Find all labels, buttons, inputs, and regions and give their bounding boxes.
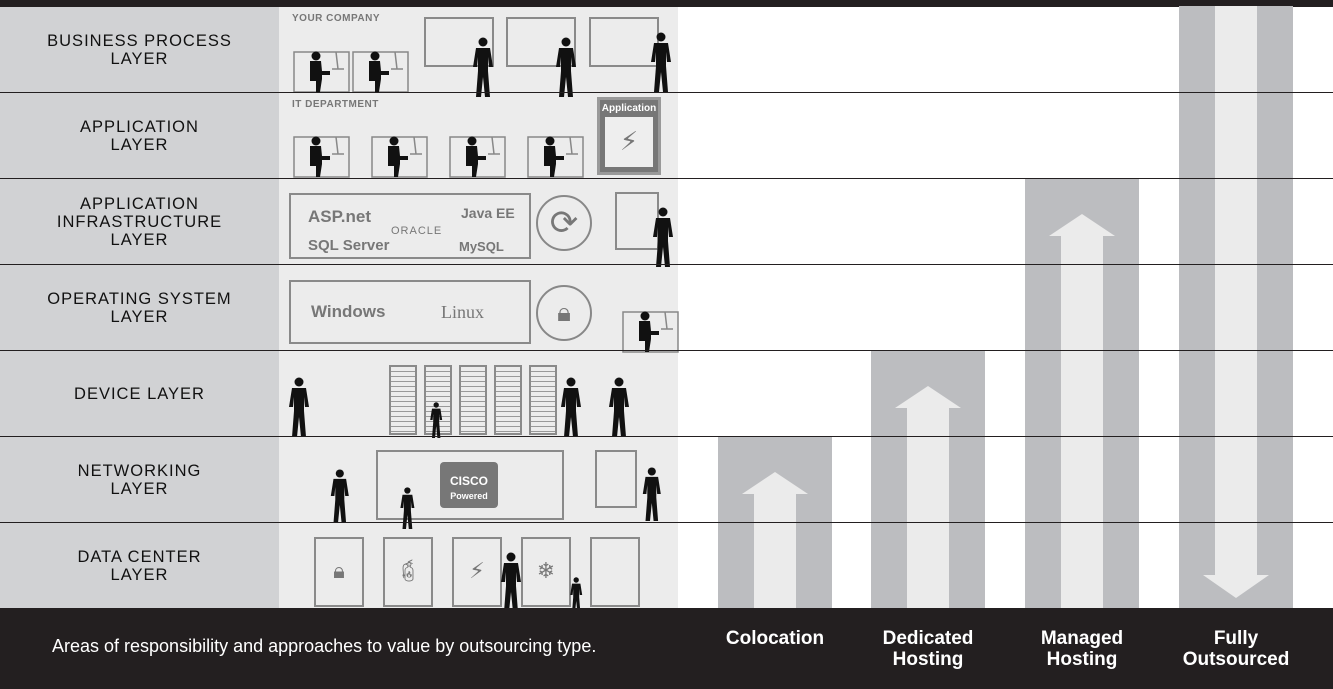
illustration-panel: YOUR COMPANY IT DEPARTMENT Application ⚡… (279, 7, 679, 613)
outsourcing-column (1025, 178, 1139, 608)
arrow-shape (1049, 214, 1115, 608)
security-lock-icon: 🔒︎ (314, 537, 364, 607)
outsourcing-type-label: Fully Outsourced (1182, 628, 1290, 670)
person-icon (609, 377, 629, 437)
layer-divider (0, 350, 678, 351)
outsourcing-column (1179, 6, 1293, 608)
cisco-powered-text: Powered (450, 491, 488, 501)
cisco-powered-badge: CISCO Powered (440, 462, 498, 508)
fire-extinguisher-icon: 🧯︎ (383, 537, 433, 607)
layer-divider (0, 436, 678, 437)
seated-worker-icon (293, 51, 350, 93)
caption: Areas of responsibility and approaches t… (52, 636, 597, 656)
circuit-board (590, 537, 640, 607)
server-rack (529, 365, 557, 435)
aspnet-logo: ASP.net (308, 207, 371, 226)
person-icon (556, 37, 576, 97)
layer-label: BUSINESS PROCESS LAYER (47, 32, 232, 68)
layer-label: APPLICATION LAYER (80, 118, 199, 154)
layer-divider (0, 522, 678, 523)
seated-worker-icon (527, 136, 584, 178)
seated-worker-icon (449, 136, 506, 178)
layer-divider (0, 92, 678, 93)
person-icon (561, 377, 581, 437)
layer-label: DATA CENTER LAYER (77, 548, 202, 584)
outsourcing-column (871, 350, 985, 608)
person-icon (473, 37, 493, 97)
your-company-label: YOUR COMPANY (292, 13, 381, 24)
arrow-shape (895, 386, 961, 608)
arrow-shape (1203, 6, 1269, 598)
person-icon (642, 467, 661, 521)
refresh-cycle-icon: ⟳ (536, 195, 592, 251)
server-rack (389, 365, 417, 435)
outsourcing-type-label: Colocation (725, 628, 825, 649)
linux-logo: Linux (441, 302, 484, 322)
seated-worker-icon (622, 311, 679, 353)
app-infrastructure-logos: ASP.net SQL Server ORACLE Java EE MySQL (289, 193, 531, 259)
layer-divider (678, 92, 1333, 93)
person-icon (651, 32, 671, 92)
application-box: Application ⚡ (597, 97, 661, 175)
layer-divider (0, 178, 678, 179)
oracle-logo: ORACLE (391, 225, 443, 237)
cooling-snowflake-icon: ❄ (521, 537, 571, 607)
arrow-down-icon (1203, 6, 1269, 598)
person-icon (330, 469, 349, 523)
mysql-logo: MySQL (459, 239, 504, 254)
layer-divider (678, 522, 1333, 523)
seated-worker-icon (293, 136, 350, 178)
layer-divider (678, 436, 1333, 437)
windows-logo: Windows (311, 302, 386, 321)
layer-divider (678, 178, 1333, 179)
lightning-icon: ⚡ (605, 117, 653, 167)
arrow-up-icon (895, 386, 961, 608)
cisco-logo: CISCO (449, 474, 488, 488)
layer-divider (678, 264, 1333, 265)
layer-label: DEVICE LAYER (74, 385, 205, 403)
person-icon (289, 377, 309, 437)
layer-divider (0, 264, 678, 265)
layer-divider (678, 350, 1333, 351)
sqlserver-logo: SQL Server (308, 237, 390, 254)
arrow-shape (742, 472, 808, 608)
lock-icon: 🔒︎ (536, 285, 592, 341)
java-ee-logo: Java EE (461, 205, 515, 221)
application-box-label: Application (601, 103, 657, 114)
it-department-label: IT DEPARTMENT (292, 99, 379, 110)
person-icon (653, 207, 673, 267)
layer-label: OPERATING SYSTEM LAYER (47, 290, 232, 326)
person-icon (430, 402, 443, 438)
seated-worker-icon (371, 136, 428, 178)
arrow-up-icon (1049, 214, 1115, 608)
server-rack (459, 365, 487, 435)
os-logos: Windows Linux (289, 280, 531, 344)
outsourcing-type-label: Managed Hosting (1040, 628, 1124, 670)
layer-label: APPLICATION INFRASTRUCTURE LAYER (56, 195, 223, 249)
network-monitor (595, 450, 637, 508)
server-rack (494, 365, 522, 435)
person-icon (501, 552, 521, 612)
seated-worker-icon (352, 51, 409, 93)
power-icon: ⚡ (452, 537, 502, 607)
layer-label: NETWORKING LAYER (77, 462, 202, 498)
top-bar (0, 0, 1333, 7)
outsourcing-type-label: Dedicated Hosting (882, 628, 974, 670)
